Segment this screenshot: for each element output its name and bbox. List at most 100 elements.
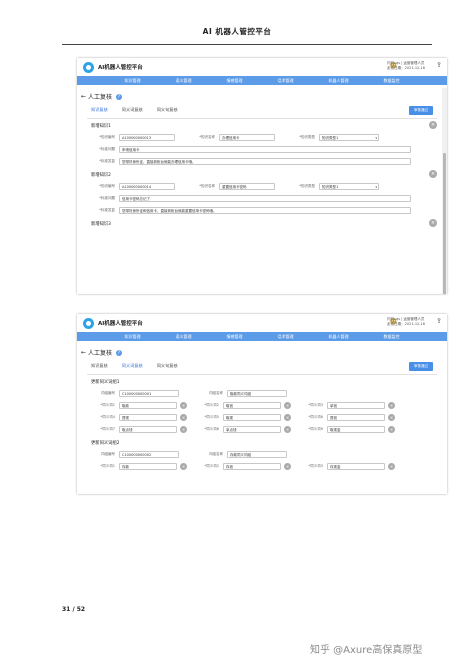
standard-question-input[interactable]: 信用卡密码忘记了 xyxy=(119,194,411,202)
nav-item-knowledge[interactable]: 知识管理 xyxy=(125,78,141,84)
standard-answer-input[interactable]: 您带好身份证，直接到柜台就能办理信用卡哦。 xyxy=(119,157,411,165)
nav-item-knowledge[interactable]: 知识管理 xyxy=(125,334,141,340)
form-row: *知识编号 A100000000014 *知识名称 重置信用卡密码 *知识类型 … xyxy=(77,181,447,191)
user-date: 走访日期：2021-12-16 xyxy=(387,322,425,326)
nav-item-emotion[interactable]: 情感管理 xyxy=(227,334,243,340)
field-label: *标准答复 xyxy=(99,207,115,212)
group-title: 更新同义词组1 xyxy=(77,375,447,386)
standard-question-input[interactable]: 申请信用卡 xyxy=(119,145,411,153)
synonym-input[interactable]: 拿点钱 xyxy=(223,425,281,433)
knowledge-name-input[interactable]: 重置信用卡密码 xyxy=(219,182,275,190)
field-label: 词组名称 xyxy=(209,451,223,456)
field-label: *同义词1 xyxy=(100,463,115,468)
share-icon[interactable]: ⇪ xyxy=(436,317,442,325)
field-label: *标准问题 xyxy=(99,195,115,200)
section-title: 新增知识3 × xyxy=(77,217,447,228)
section-title-text: 新增知识1 xyxy=(91,124,111,129)
synonym-input[interactable]: 取现金 xyxy=(327,425,385,433)
form-row: *标准答复 您带好身份证和信用卡，直接到柜台就能重置信用卡密码哦。 xyxy=(77,205,447,215)
close-icon[interactable]: × xyxy=(429,219,437,227)
user-info[interactable]: 何欣sqs | 运营管理人员 走访日期：2021-12-16 xyxy=(387,61,425,71)
screenshot-knowledge-review: AI机器人管控平台 ☻ 何欣sqs | 运营管理人员 走访日期：2021-12-… xyxy=(77,58,447,294)
nav-item-emotion[interactable]: 情感管理 xyxy=(227,78,243,84)
knowledge-name-input[interactable]: 办理信用卡 xyxy=(219,133,275,141)
synonym-input[interactable]: 提钱 xyxy=(327,413,385,421)
user-info[interactable]: 何欣sqs | 运营管理人员 走访日期：2021-12-16 xyxy=(387,317,425,327)
remove-icon[interactable]: × xyxy=(284,413,291,421)
synonym-input[interactable]: 取款 xyxy=(119,401,177,409)
group-id-input[interactable]: C100000000001 xyxy=(119,389,179,397)
field-label: *同义词2 xyxy=(204,463,219,468)
synonym-input[interactable]: 存现金 xyxy=(327,462,385,470)
back-arrow-icon[interactable]: ← xyxy=(81,349,88,356)
page-title: 人工复核 xyxy=(87,94,112,101)
close-icon[interactable]: × xyxy=(429,121,437,129)
synonym-input[interactable]: 取钱 xyxy=(223,401,281,409)
page-header: ← 人工复核 ? xyxy=(77,341,447,357)
synonym-row: *同义词4 提现 × *同义词5 取现 × *同义词6 提钱 × xyxy=(77,412,447,422)
field-label: *知识编号 xyxy=(99,134,115,139)
field-label: *同义词7 xyxy=(100,426,115,431)
knowledge-id-input[interactable]: A100000000014 xyxy=(119,182,175,190)
synonym-input[interactable]: 存款 xyxy=(119,462,177,470)
approve-button[interactable]: 审核通过 xyxy=(409,362,433,371)
form-row: *标准问题 信用卡密码忘记了 xyxy=(77,193,447,203)
field-label: *同义词9 xyxy=(308,426,323,431)
page-number: 31 / 52 xyxy=(62,606,86,613)
approve-button[interactable]: 审核通过 xyxy=(409,106,433,115)
field-label: *同义词1 xyxy=(100,402,115,407)
group-id-input[interactable]: C100000000002 xyxy=(119,450,179,458)
synonym-input[interactable]: 提现 xyxy=(119,413,177,421)
help-icon[interactable]: ? xyxy=(115,349,122,356)
remove-icon[interactable]: × xyxy=(284,425,291,433)
standard-answer-input[interactable]: 您带好身份证和信用卡，直接到柜台就能重置信用卡密码哦。 xyxy=(119,206,411,214)
nav-item-script[interactable]: 话术管理 xyxy=(278,78,294,84)
field-label: *同义词5 xyxy=(204,414,219,419)
remove-icon[interactable]: × xyxy=(180,413,187,421)
knowledge-id-input[interactable]: A100000000013 xyxy=(119,133,175,141)
close-icon[interactable]: × xyxy=(429,170,437,178)
synonym-row: *同义词1 取款 × *同义词2 取钱 × *同义词3 拿钱 × xyxy=(77,400,447,410)
synonym-input[interactable]: 存钱 xyxy=(223,462,281,470)
help-icon[interactable]: ? xyxy=(115,93,122,100)
remove-icon[interactable]: × xyxy=(180,462,187,470)
nav-item-monitor[interactable]: 数据监控 xyxy=(384,334,400,340)
group-name-input[interactable]: 存款同义词组 xyxy=(227,450,287,458)
review-tabs: 知识复核 同义词复核 同义句复核 审核通过 xyxy=(77,101,447,119)
field-label: *同义词2 xyxy=(204,402,219,407)
share-icon[interactable]: ⇪ xyxy=(436,61,442,69)
nav-item-semantic[interactable]: 语义管理 xyxy=(176,334,192,340)
nav-item-script[interactable]: 话术管理 xyxy=(278,334,294,340)
field-label: 词组编号 xyxy=(101,390,115,395)
back-arrow-icon[interactable]: ← xyxy=(81,93,88,100)
remove-icon[interactable]: × xyxy=(284,462,291,470)
nav-item-semantic[interactable]: 语义管理 xyxy=(176,78,192,84)
remove-icon[interactable]: × xyxy=(388,462,395,470)
app-header: AI机器人管控平台 ☻ 何欣sqs | 运营管理人员 走访日期：2021-12-… xyxy=(77,314,447,332)
group-title-text: 更新同义词组1 xyxy=(91,380,120,385)
remove-icon[interactable]: × xyxy=(388,413,395,421)
group-name-input[interactable]: 取款同义词组 xyxy=(227,389,287,397)
remove-icon[interactable]: × xyxy=(388,401,395,409)
form-row: 词组编号 C100000000002 词组名称 存款同义词组 xyxy=(77,449,447,459)
synonym-input[interactable]: 取现 xyxy=(223,413,281,421)
nav-item-robot[interactable]: 机器人管理 xyxy=(329,334,349,340)
page-title: 人工复核 xyxy=(87,350,112,357)
nav-item-robot[interactable]: 机器人管理 xyxy=(329,78,349,84)
remove-icon[interactable]: × xyxy=(284,401,291,409)
app-name: AI机器人管控平台 xyxy=(98,321,143,327)
knowledge-type-select[interactable]: 知识类型1 xyxy=(319,182,379,190)
knowledge-type-select[interactable]: 知识类型1 xyxy=(319,133,379,141)
page-header: ← 人工复核 ? xyxy=(77,85,447,101)
form-row: *标准答复 您带好身份证，直接到柜台就能办理信用卡哦。 xyxy=(77,156,447,166)
remove-icon[interactable]: × xyxy=(180,425,187,433)
logo-icon xyxy=(83,61,94,73)
synonym-input[interactable]: 拿钱 xyxy=(327,401,385,409)
synonym-input[interactable]: 取点钱 xyxy=(119,425,177,433)
nav-item-monitor[interactable]: 数据监控 xyxy=(384,78,400,84)
remove-icon[interactable]: × xyxy=(180,401,187,409)
section-title: 新增知识1 × xyxy=(77,119,447,130)
scrollbar-thumb[interactable] xyxy=(443,153,446,294)
remove-icon[interactable]: × xyxy=(388,425,395,433)
synonym-row: *同义词7 取点钱 × *同义词8 拿点钱 × *同义词9 取现金 × xyxy=(77,424,447,434)
